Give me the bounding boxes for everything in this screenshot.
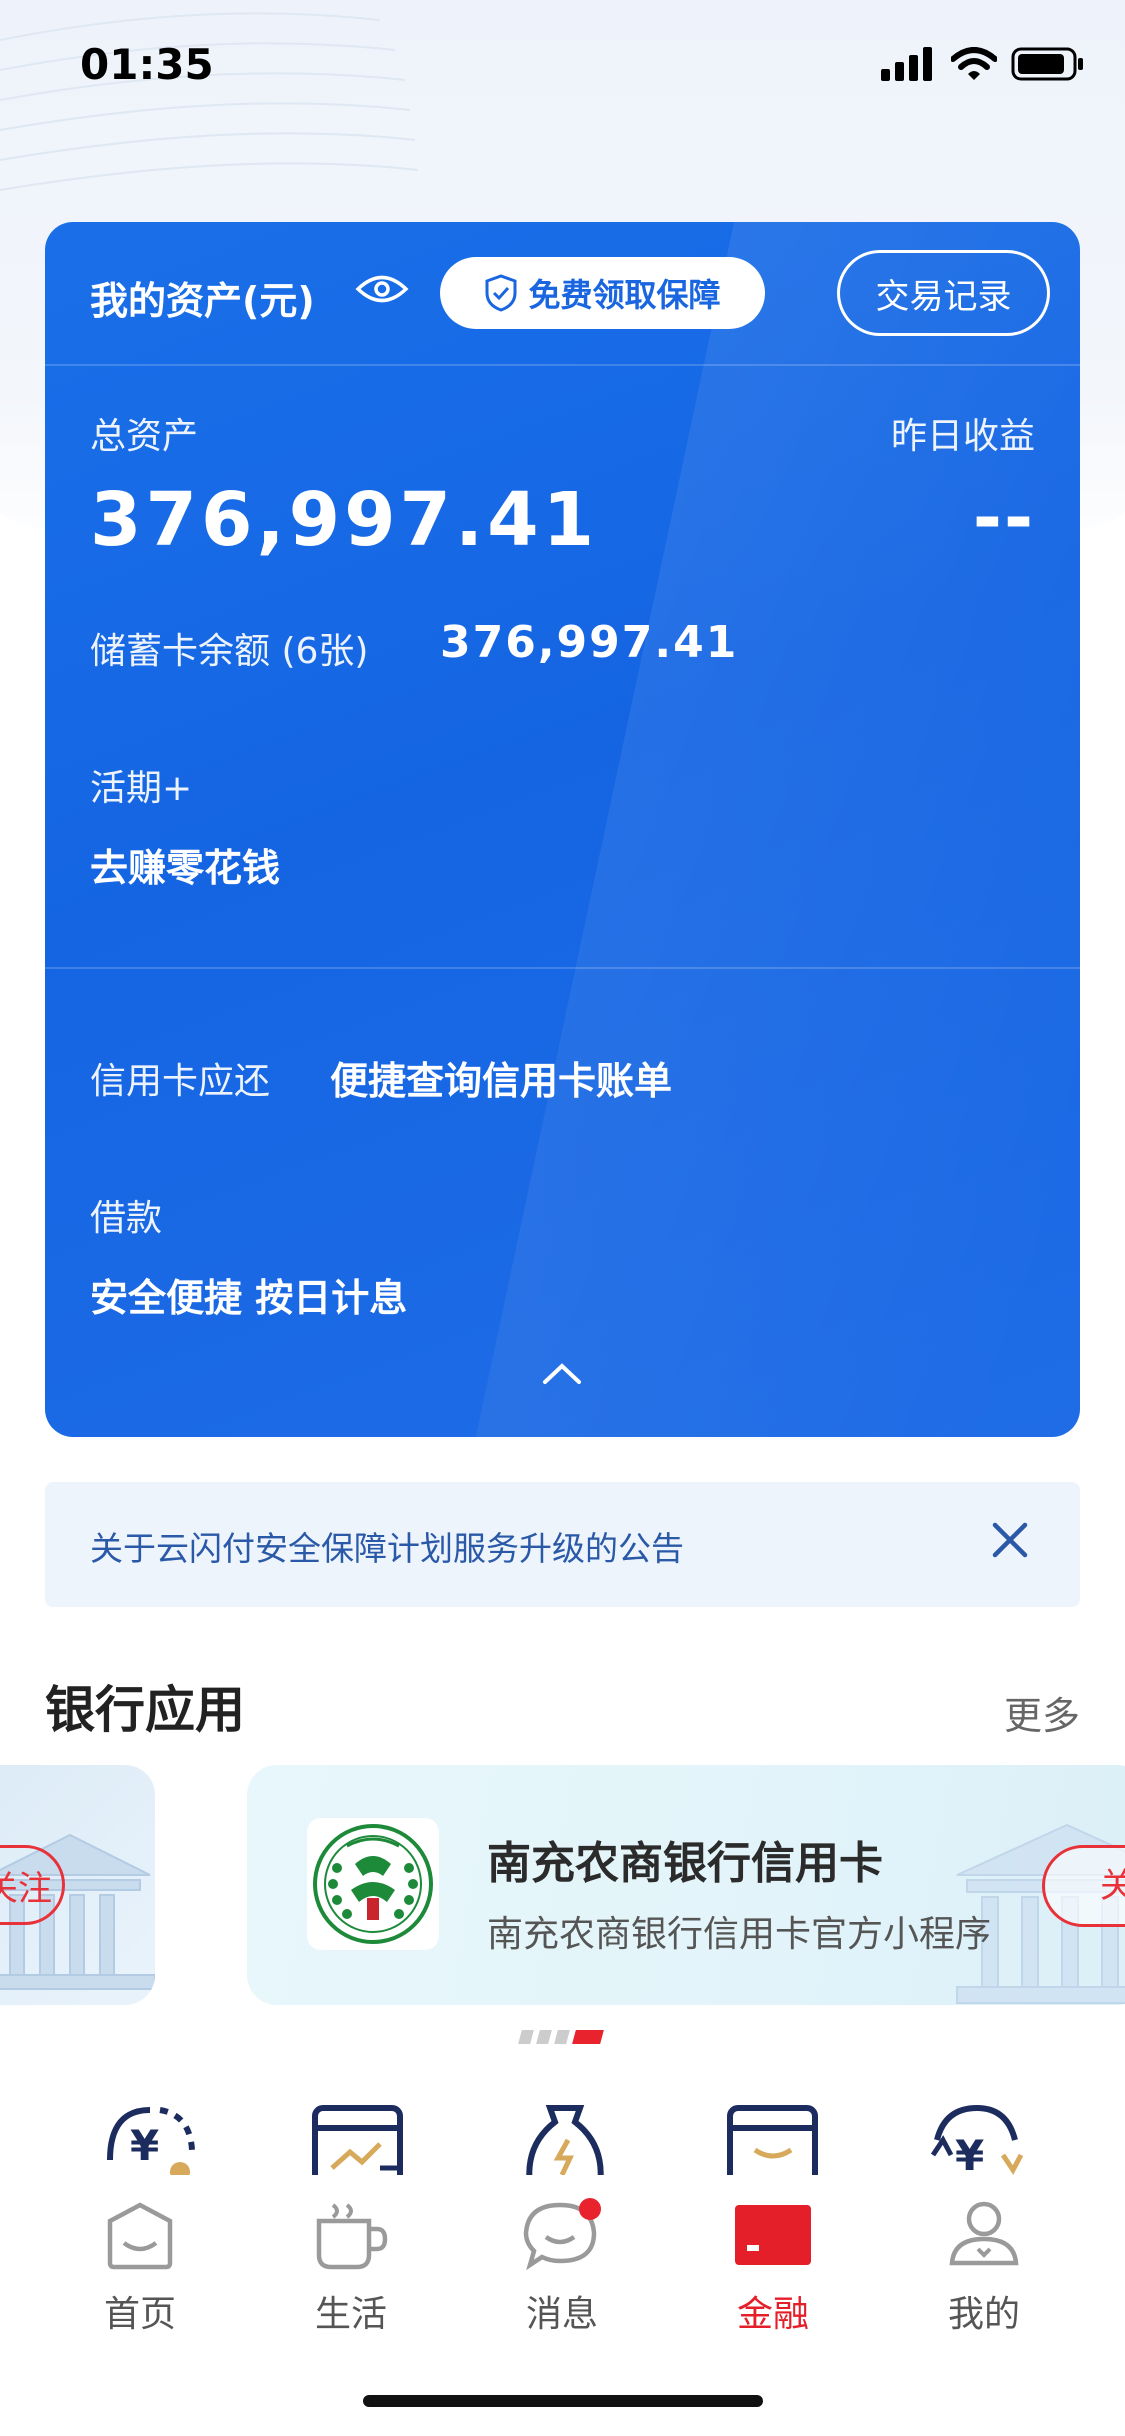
card-divider bbox=[45, 364, 1080, 366]
home-icon bbox=[107, 2202, 173, 2270]
free-protection-button[interactable]: 免费领取保障 bbox=[440, 257, 765, 329]
wifi-icon bbox=[951, 47, 997, 80]
card-divider bbox=[45, 967, 1080, 969]
cup-icon bbox=[316, 2203, 388, 2270]
card-sheen bbox=[475, 222, 1080, 1437]
battery-icon bbox=[1011, 47, 1083, 81]
debit-card-balance-amount[interactable]: 376,997.41 bbox=[440, 617, 738, 668]
pager-dot bbox=[554, 2030, 570, 2044]
bank-app-description: 南充农商银行信用卡官方小程序 bbox=[487, 1914, 992, 1955]
tab-label: 首页 bbox=[103, 2294, 176, 2335]
tab-finance[interactable]: 金融 bbox=[698, 2195, 848, 2337]
total-assets-amount: 376,997.41 bbox=[90, 477, 599, 563]
tab-life[interactable]: 生活 bbox=[276, 2195, 426, 2337]
more-link[interactable]: 更多 bbox=[1004, 1685, 1080, 1740]
signal-icon bbox=[881, 47, 932, 81]
quick-services-row: ¥ ¥ bbox=[0, 2100, 1125, 2175]
pager-dot bbox=[518, 2030, 534, 2044]
money-bag-icon[interactable] bbox=[520, 2100, 610, 2175]
carousel-pager bbox=[518, 2030, 604, 2044]
assets-card: 我的资产(元) 免费领取保障 交易记录 总资产 昨日收益 376,997.41 … bbox=[45, 222, 1080, 1437]
close-icon[interactable] bbox=[990, 1520, 1030, 1560]
pager-dot-active bbox=[572, 2030, 604, 2044]
total-assets-label: 总资产 bbox=[90, 416, 199, 457]
loan-action[interactable]: 安全便捷 按日计息 bbox=[90, 1267, 407, 1322]
decorative-arcs bbox=[0, 12, 419, 191]
card-icon bbox=[735, 2205, 811, 2265]
yuan-exchange-icon[interactable]: ¥ bbox=[925, 2100, 1025, 2175]
follow-button[interactable]: 关注 bbox=[1042, 1845, 1125, 1927]
yesterday-earnings-value: -- bbox=[972, 477, 1035, 559]
announcement-banner[interactable]: 关于云闪付安全保障计划服务升级的公告 bbox=[45, 1482, 1080, 1607]
current-plus-label[interactable]: 活期+ bbox=[90, 759, 192, 811]
assets-title: 我的资产(元) bbox=[90, 279, 315, 323]
bank-app-name: 南充农商银行信用卡 bbox=[487, 1838, 883, 1889]
chart-card-icon[interactable] bbox=[310, 2100, 410, 2175]
credit-card-action[interactable]: 便捷查询信用卡账单 bbox=[330, 1050, 672, 1105]
shield-icon bbox=[485, 274, 517, 312]
loan-label[interactable]: 借款 bbox=[90, 1189, 162, 1241]
status-time: 01:35 bbox=[80, 40, 214, 89]
bank-apps-title: 银行应用 bbox=[45, 1681, 245, 1739]
rural-bank-logo-icon bbox=[313, 1824, 433, 1944]
bank-logo bbox=[307, 1818, 439, 1950]
status-icons bbox=[881, 46, 1085, 82]
tab-label: 生活 bbox=[314, 2294, 387, 2335]
home-indicator bbox=[363, 2395, 763, 2407]
yesterday-earnings-label: 昨日收益 bbox=[890, 416, 1035, 457]
current-plus-action[interactable]: 去赚零花钱 bbox=[90, 837, 280, 892]
tab-label: 金融 bbox=[736, 2294, 809, 2335]
svg-text:¥: ¥ bbox=[955, 2131, 984, 2175]
free-protection-label: 免费领取保障 bbox=[528, 276, 721, 314]
pager-dot bbox=[536, 2030, 552, 2044]
yuan-coin-icon[interactable]: ¥ bbox=[100, 2100, 200, 2175]
credit-card-label[interactable]: 信用卡应还 bbox=[90, 1052, 270, 1104]
wallet-icon[interactable] bbox=[725, 2100, 825, 2175]
eye-icon[interactable] bbox=[355, 272, 409, 306]
message-icon bbox=[523, 2198, 601, 2271]
tab-messages[interactable]: 消息 bbox=[487, 2195, 637, 2337]
tab-me[interactable]: 我的 bbox=[909, 2195, 1059, 2337]
person-icon bbox=[949, 2201, 1019, 2266]
debit-card-balance-label[interactable]: 储蓄卡余额 (6张) bbox=[90, 622, 368, 674]
transaction-records-button[interactable]: 交易记录 bbox=[837, 250, 1050, 336]
tab-label: 我的 bbox=[947, 2294, 1020, 2335]
svg-text:¥: ¥ bbox=[130, 2121, 159, 2170]
tab-label: 消息 bbox=[525, 2294, 598, 2335]
tab-home[interactable]: 首页 bbox=[65, 2195, 215, 2337]
announcement-text[interactable]: 关于云闪付安全保障计划服务升级的公告 bbox=[90, 1522, 684, 1570]
bank-app-card-prev[interactable]: 关注 bbox=[0, 1765, 155, 2005]
chevron-up-icon[interactable] bbox=[542, 1362, 582, 1386]
bank-app-card[interactable]: 南充农商银行信用卡 南充农商银行信用卡官方小程序 关注 bbox=[247, 1765, 1125, 2005]
